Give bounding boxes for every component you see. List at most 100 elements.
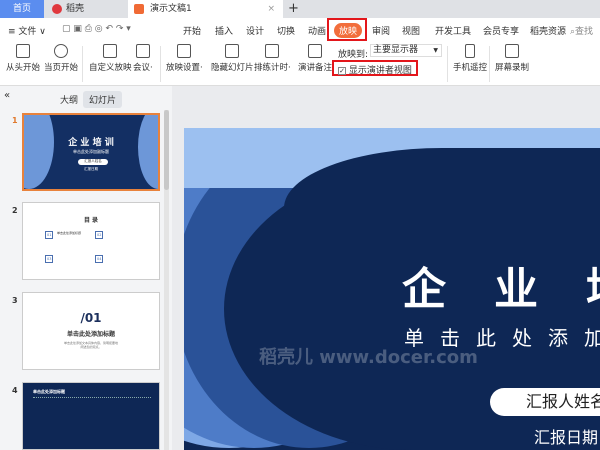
checkbox-icon: ✓ [338,67,346,75]
menu-docer-resources[interactable]: 稻壳资源 [530,24,566,37]
slide-number: 2 [12,206,18,215]
custom-show-icon [103,44,118,58]
slide-number: 1 [12,116,18,125]
slide-panel: « 大纲 幻灯片 1 企 业 培 训 单击此处添加副标题 汇报人姓名 汇报日期 … [0,86,172,450]
tab-outline[interactable]: 大纲 [54,91,84,108]
tab-document[interactable]: 演示文稿1 × [128,0,283,18]
thumb-date: 汇报日期 [84,167,98,171]
thumb-subtitle: 单击此处添加副标题 [73,149,109,154]
thumb-title: 企 业 培 训 [68,138,114,148]
clock-icon [265,44,280,58]
play-screen-icon [16,44,30,58]
from-start-button[interactable]: 从头开始 [6,44,40,73]
tab-slides[interactable]: 幻灯片 [83,91,123,108]
wave-shape [284,148,600,268]
menu-view[interactable]: 视图 [402,24,420,37]
panel-scrollbar[interactable] [164,110,169,450]
thumb-item-title: 单击此处添加标题 [57,231,82,235]
thumb-title: 单击此处添加标题 [66,331,115,338]
label: 自定义放映 [89,63,132,73]
reporter-pill[interactable]: 汇报人姓名 [490,388,600,416]
thumb-item: 04 [95,255,104,263]
slide-number: 3 [12,296,18,305]
tab-label: 稻壳 [66,4,85,14]
menu-developer[interactable]: 开发工具 [435,24,471,37]
divider [447,46,448,82]
presenter-view-checkbox[interactable]: ✓ 显示演讲者视图 [338,63,412,76]
label: 屏幕录制 [495,63,530,73]
new-tab-button[interactable]: + [288,0,299,18]
play-to-select[interactable]: 主要显示器 ▼ [370,44,442,57]
collapse-panel-button[interactable]: « [4,90,10,101]
docer-icon [52,4,62,14]
slide-thumb-3[interactable]: /01 单击此处添加标题 单击此处添加文本具体内容，简明扼要地阐述您的观点。 [22,292,160,370]
slide-subtitle[interactable]: 单击此处添加副标题 [404,322,600,351]
speaker-notes-button[interactable]: 演讲备注 [298,44,332,73]
thumb-pill: 汇报人姓名 [78,159,108,165]
rehearse-button[interactable]: 排练计时· [254,44,291,73]
label: 排练计时· [254,63,291,73]
slide-number: 4 [12,386,18,395]
menu-design[interactable]: 设计 [246,24,264,37]
slide-canvas[interactable]: 稻壳儿 www.docer.com 企业培训 单击此处添加副标题 汇报人姓名 汇… [184,128,600,450]
close-icon[interactable]: × [267,0,275,18]
thumb-text-lines [33,397,151,409]
label: 从头开始 [6,63,41,73]
show-settings-button[interactable]: 放映设置· [166,44,203,73]
divider [489,46,490,82]
select-value: 主要显示器 [373,45,419,55]
file-menu[interactable]: ≡ 文件 ∨ [8,24,46,37]
search-button[interactable]: ⌕查找 [570,24,593,37]
custom-show-button[interactable]: 自定义放映 [89,44,132,73]
menu-animation[interactable]: 动画 [308,24,326,37]
label: 手机遥控 [453,63,488,73]
menu-insert[interactable]: 插入 [215,24,233,37]
thumb-number: /01 [80,311,102,325]
ppt-icon [134,4,144,14]
menu-transition[interactable]: 切换 [277,24,295,37]
label: 隐藏幻灯片 [211,63,254,73]
report-date[interactable]: 汇报日期 [534,424,598,448]
hide-slide-button[interactable]: 隐藏幻灯片 [211,44,254,73]
tab-label: 演示文稿1 [150,4,192,14]
slide-thumb-4[interactable]: 单击此处添加标题 [22,382,160,450]
label: 显示演讲者视图 [348,66,412,76]
search-label: 查找 [575,27,594,37]
tab-docer[interactable]: 稻壳 [46,0,126,18]
thumb-title: 目 录 [83,217,99,224]
divider [82,46,83,82]
screen-record-button[interactable]: 屏幕录制 [495,44,529,73]
play-circle-icon [54,44,68,58]
from-current-button[interactable]: 当页开始 [44,44,78,73]
divider [160,46,161,82]
thumb-body: 单击此处添加文本具体内容，简明扼要地阐述您的观点。 [63,341,118,349]
menu-review[interactable]: 审阅 [372,24,390,37]
gear-screen-icon [177,44,192,58]
label: 当页开始 [44,63,79,73]
label: 演讲备注 [298,63,333,73]
chevron-down-icon: ▼ [433,47,438,54]
tab-home[interactable]: 首页 [0,0,44,18]
slide-thumb-2[interactable]: 目 录 01 02 03 04 单击此处添加标题 [22,202,160,280]
phone-icon [465,44,475,58]
tab-bar: 首页 稻壳 演示文稿1 × + [0,0,600,18]
play-to-label: 放映到: [338,50,369,60]
label: 会议· [133,63,153,73]
highlight-box [327,18,367,41]
record-icon [505,44,519,58]
menu-bar: ≡ 文件 ∨ ▢ ▣ ⎙ ◎ ↶ ↷ ▾ 开始 插入 设计 切换 动画 放映 审… [0,18,600,42]
thumb-item: 03 [45,255,54,263]
menu-member[interactable]: 会员专享 [483,24,519,37]
ribbon: 从头开始 当页开始 自定义放映 会议· 放映设置· 隐藏幻灯片 排练计时· 演讲… [0,42,600,86]
phone-remote-button[interactable]: 手机遥控 [453,44,487,73]
thumb-title: 单击此处添加标题 [33,389,65,394]
quick-access-icons[interactable]: ▢ ▣ ⎙ ◎ ↶ ↷ ▾ [62,24,131,34]
label: 放映设置· [166,63,203,73]
menu-start[interactable]: 开始 [183,24,201,37]
slide-thumb-1[interactable]: 企 业 培 训 单击此处添加副标题 汇报人姓名 汇报日期 [22,113,160,191]
scroll-thumb[interactable] [164,110,169,190]
hide-slide-icon [225,44,240,58]
thumb-item: 02 [95,231,104,239]
meeting-button[interactable]: 会议· [133,44,153,73]
slide-title[interactable]: 企业培训 [402,253,600,317]
